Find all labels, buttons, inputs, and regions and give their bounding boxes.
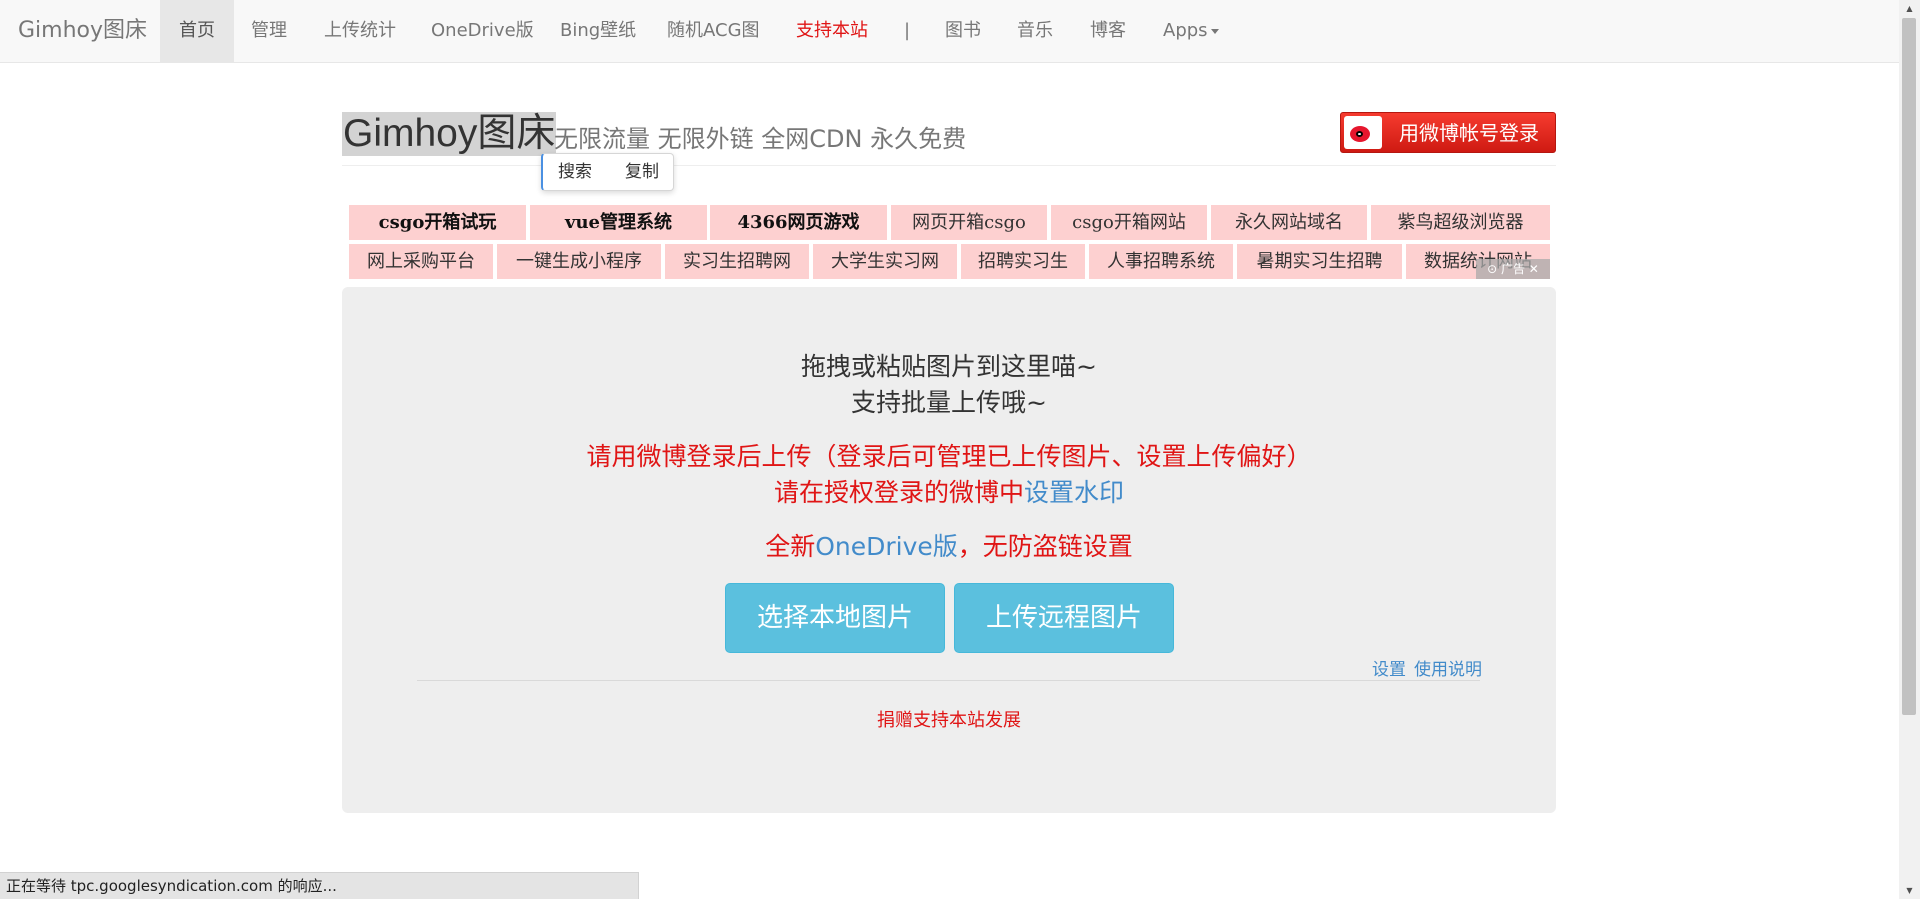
nav-home[interactable]: 首页 <box>160 0 234 62</box>
ad-link[interactable]: 4366网页游戏 <box>710 205 887 240</box>
nav-books[interactable]: 图书 <box>926 0 1000 62</box>
selection-context-menu: 搜索 复制 <box>541 153 674 191</box>
ad-link[interactable]: 一键生成小程序 <box>497 244 661 279</box>
page-header: Gimhoy图床 无限流量 无限外链 全网CDN 永久免费 用微博帐号登录 <box>342 110 1556 166</box>
donate-link[interactable]: 捐赠支持本站发展 <box>342 706 1556 732</box>
ad-link[interactable]: vue管理系统 <box>530 205 707 240</box>
ad-links: csgo开箱试玩 vue管理系统 4366网页游戏 网页开箱csgo csgo开… <box>349 205 1550 279</box>
drop-hint-line2: 支持批量上传哦~ <box>851 388 1047 417</box>
onedrive-suffix: ，无防盗链设置 <box>957 532 1133 561</box>
panel-divider <box>417 680 1480 681</box>
drop-hint-line1: 拖拽或粘贴图片到这里喵~ <box>801 352 1097 381</box>
upload-dropzone[interactable]: 拖拽或粘贴图片到这里喵~ 支持批量上传哦~ 请用微博登录后上传（登录后可管理已上… <box>342 287 1556 813</box>
ad-link[interactable]: csgo开箱试玩 <box>349 205 526 240</box>
watermark-settings-link[interactable]: 设置水印 <box>1024 478 1124 507</box>
ad-link[interactable]: 网页开箱csgo <box>891 205 1047 240</box>
brand-link[interactable]: Gimhoy图床 <box>18 0 147 62</box>
nav-upload-stats[interactable]: 上传统计 <box>305 0 415 62</box>
browser-status-bar: 正在等待 tpc.googlesyndication.com 的响应... <box>0 872 639 899</box>
weibo-logo-icon <box>1344 116 1382 149</box>
top-navbar: Gimhoy图床 首页 管理 上传统计 OneDrive版 Bing壁纸 随机A… <box>0 0 1899 63</box>
ad-link[interactable]: 人事招聘系统 <box>1089 244 1233 279</box>
select-local-image-button[interactable]: 选择本地图片 <box>725 583 945 653</box>
settings-link[interactable]: 设置 <box>1372 660 1406 680</box>
weibo-login-label: 用微博帐号登录 <box>1399 121 1539 145</box>
nav-apps-label: Apps <box>1163 20 1208 41</box>
ad-link[interactable]: 网上采购平台 <box>349 244 493 279</box>
upload-remote-image-button[interactable]: 上传远程图片 <box>954 583 1174 653</box>
ad-close-badge[interactable]: ⊙ 广告 ✕ <box>1476 259 1550 279</box>
watermark-prefix: 请在授权登录的微博中 <box>773 478 1024 507</box>
scroll-up-arrow-icon[interactable]: ▲ <box>1899 0 1920 17</box>
page-title: Gimhoy图床 <box>342 112 557 156</box>
ad-link[interactable]: 紫鸟超级浏览器 <box>1371 205 1550 240</box>
nav-blog[interactable]: 博客 <box>1071 0 1145 62</box>
ad-link[interactable]: 招聘实习生 <box>961 244 1085 279</box>
nav-separator: | <box>904 20 911 41</box>
weibo-login-button[interactable]: 用微博帐号登录 <box>1340 112 1556 153</box>
panel-links: 设置 使用说明 <box>1364 655 1482 680</box>
nav-music[interactable]: 音乐 <box>998 0 1072 62</box>
onedrive-prefix: 全新 <box>765 532 816 561</box>
ad-link[interactable]: 暑期实习生招聘 <box>1237 244 1402 279</box>
watermark-notice: 请在授权登录的微博中设置水印 <box>342 473 1556 509</box>
nav-random-acg[interactable]: 随机ACG图 <box>648 0 779 62</box>
ad-link[interactable]: csgo开箱网站 <box>1051 205 1207 240</box>
context-search[interactable]: 搜索 <box>558 154 592 190</box>
nav-support[interactable]: 支持本站 <box>777 0 887 62</box>
page-scrollbar[interactable]: ▲ ▼ <box>1899 0 1920 899</box>
ad-link[interactable]: 实习生招聘网 <box>665 244 809 279</box>
scrollbar-thumb[interactable] <box>1902 18 1916 715</box>
ad-link[interactable]: 永久网站域名 <box>1211 205 1367 240</box>
scroll-down-arrow-icon[interactable]: ▼ <box>1899 882 1920 899</box>
nav-manage[interactable]: 管理 <box>232 0 306 62</box>
onedrive-link[interactable]: OneDrive版 <box>815 532 958 561</box>
context-copy[interactable]: 复制 <box>625 154 659 190</box>
ad-link[interactable]: 大学生实习网 <box>813 244 957 279</box>
nav-onedrive[interactable]: OneDrive版 <box>412 0 553 62</box>
caret-down-icon <box>1210 28 1219 34</box>
nav-bing-wallpaper[interactable]: Bing壁纸 <box>541 0 655 62</box>
onedrive-notice: 全新OneDrive版，无防盗链设置 <box>342 527 1556 563</box>
nav-apps-dropdown[interactable]: Apps <box>1144 0 1238 62</box>
page-subtitle: 无限流量 无限外链 全网CDN 永久免费 <box>554 125 967 153</box>
login-notice: 请用微博登录后上传（登录后可管理已上传图片、设置上传偏好） <box>586 442 1312 471</box>
help-link[interactable]: 使用说明 <box>1414 660 1482 680</box>
